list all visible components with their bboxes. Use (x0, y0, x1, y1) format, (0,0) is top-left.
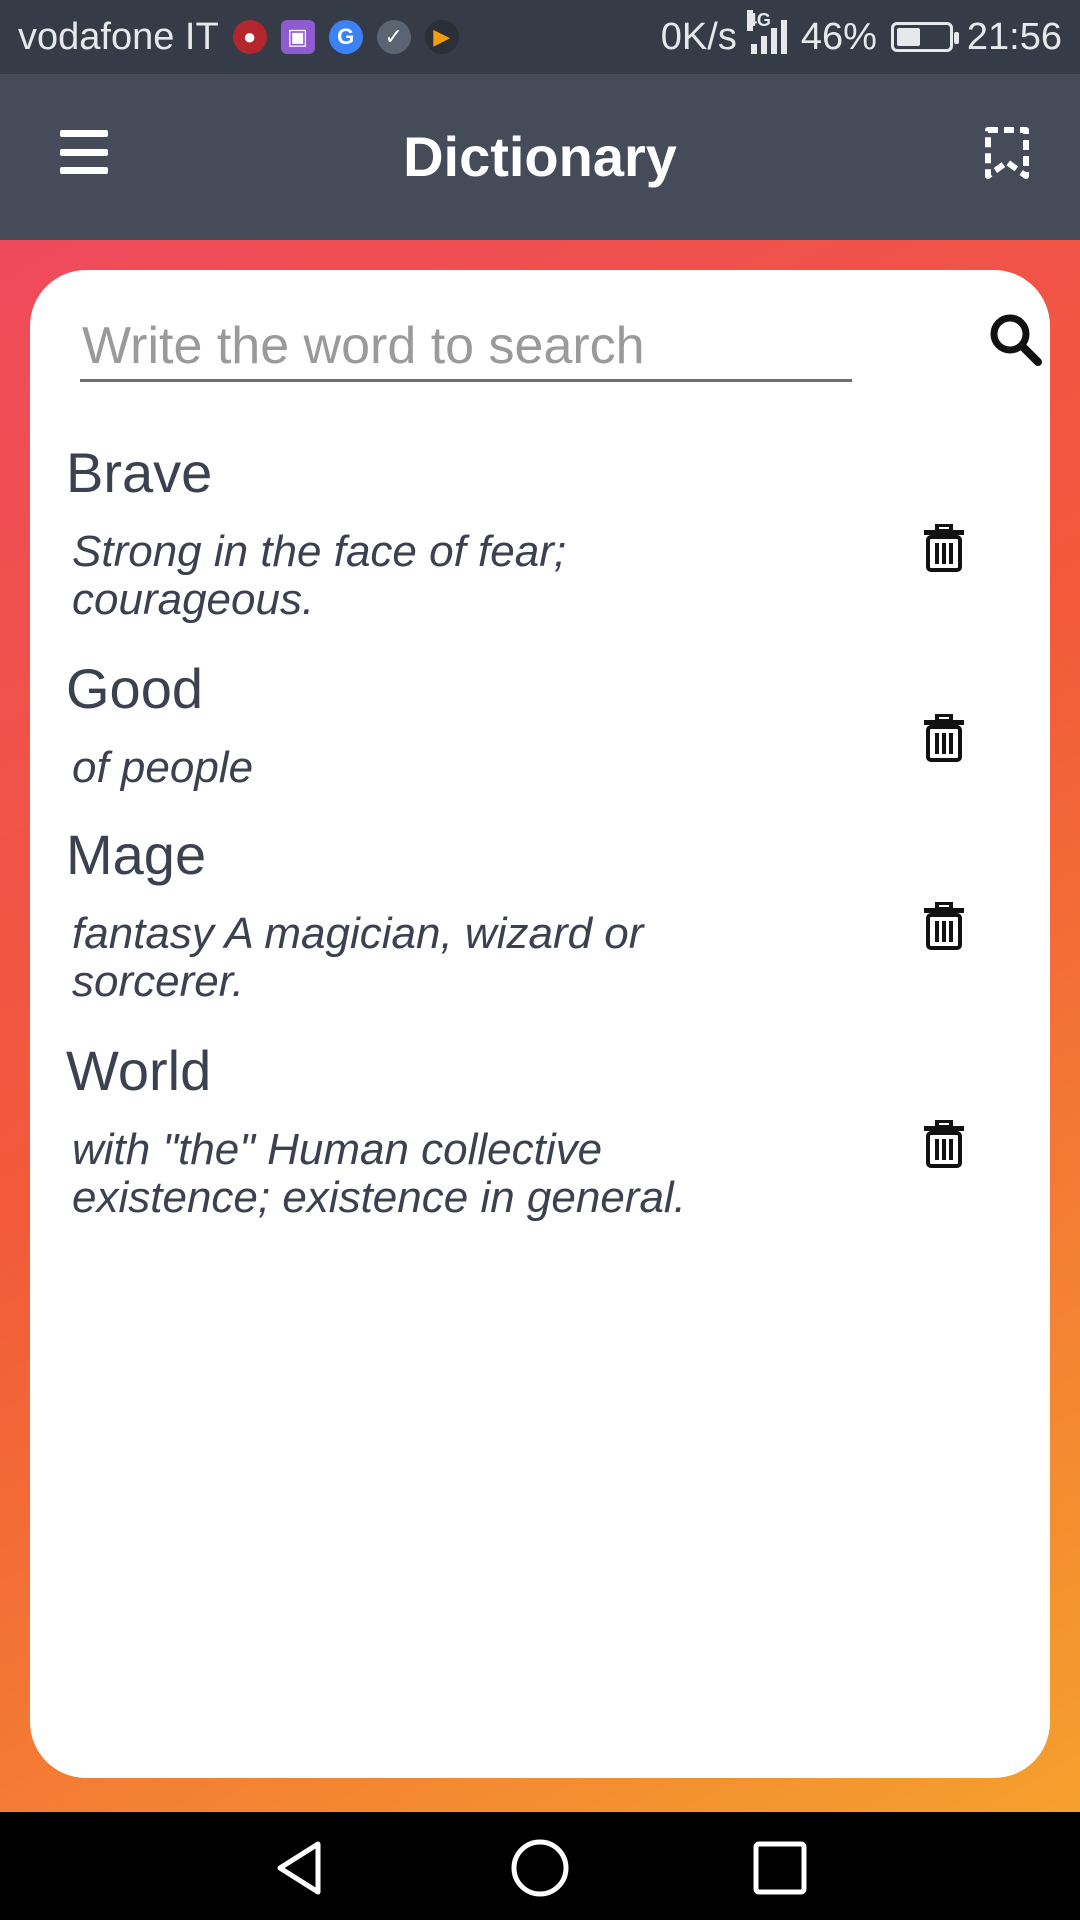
battery-icon (890, 22, 959, 52)
download-done-icon: ✓ (376, 20, 411, 54)
trash-icon (924, 523, 964, 572)
home-icon[interactable] (510, 1838, 570, 1898)
speed-label: 0K/s (660, 15, 737, 58)
status-left: vodafone IT ● ▣ G ✓ ▶ (18, 16, 459, 59)
delete-button[interactable] (922, 901, 966, 950)
network-type-label: 4G (746, 10, 771, 31)
list-item[interactable]: Mage fantasy A magician, wizard or sorce… (66, 822, 1016, 1038)
content-background: Brave Strong in the face of fear; courag… (0, 240, 1080, 1812)
trash-icon (924, 713, 964, 762)
status-right: 0K/s 4G 46% 21:56 (660, 10, 1062, 59)
battery-percent: 46% (800, 15, 877, 58)
signal-icon: 4G (746, 10, 787, 54)
battery-level-fill (896, 28, 920, 46)
entry-word: Good (66, 657, 203, 720)
entry-word: Brave (66, 441, 213, 504)
app-bar: Dictionary (0, 74, 1080, 240)
entry-definition: of people (72, 743, 254, 792)
carrier-label: vodafone IT (18, 15, 219, 58)
trash-icon (924, 901, 964, 950)
status-bar: vodafone IT ● ▣ G ✓ ▶ 0K/s 4G 46% 21:56 (0, 0, 1080, 74)
list-item[interactable]: Brave Strong in the face of fear; courag… (66, 440, 1016, 656)
back-icon[interactable] (270, 1838, 330, 1898)
clock: 21:56 (966, 15, 1062, 58)
strawberry-app-icon: ● (232, 20, 267, 54)
entry-definition: with "the" Human collective existence; e… (72, 1125, 686, 1222)
entry-word: Mage (66, 823, 207, 886)
list-item[interactable]: World with "the" Human collective existe… (66, 1038, 1016, 1254)
page-title: Dictionary (403, 125, 677, 188)
trash-icon (924, 1119, 964, 1168)
list-item[interactable]: Good of people (66, 656, 1016, 822)
entry-word: World (66, 1039, 212, 1102)
delete-button[interactable] (922, 1119, 966, 1168)
word-list: Brave Strong in the face of fear; courag… (66, 440, 1016, 1254)
recent-apps-icon[interactable] (750, 1838, 810, 1898)
gallery-icon: ▣ (280, 20, 315, 54)
bookmark-icon[interactable] (984, 126, 1030, 180)
search-input[interactable] (80, 312, 852, 382)
search-icon[interactable] (988, 312, 1044, 368)
system-nav-bar (0, 1812, 1080, 1920)
delete-button[interactable] (922, 713, 966, 762)
dictionary-card: Brave Strong in the face of fear; courag… (30, 270, 1050, 1778)
entry-definition: Strong in the face of fear; courageous. (72, 527, 567, 624)
search-row (80, 312, 1042, 392)
delete-button[interactable] (922, 523, 966, 572)
google-icon: G (328, 20, 363, 54)
play-store-icon: ▶ (424, 20, 459, 54)
entry-definition: fantasy A magician, wizard or sorcerer. (72, 909, 644, 1006)
